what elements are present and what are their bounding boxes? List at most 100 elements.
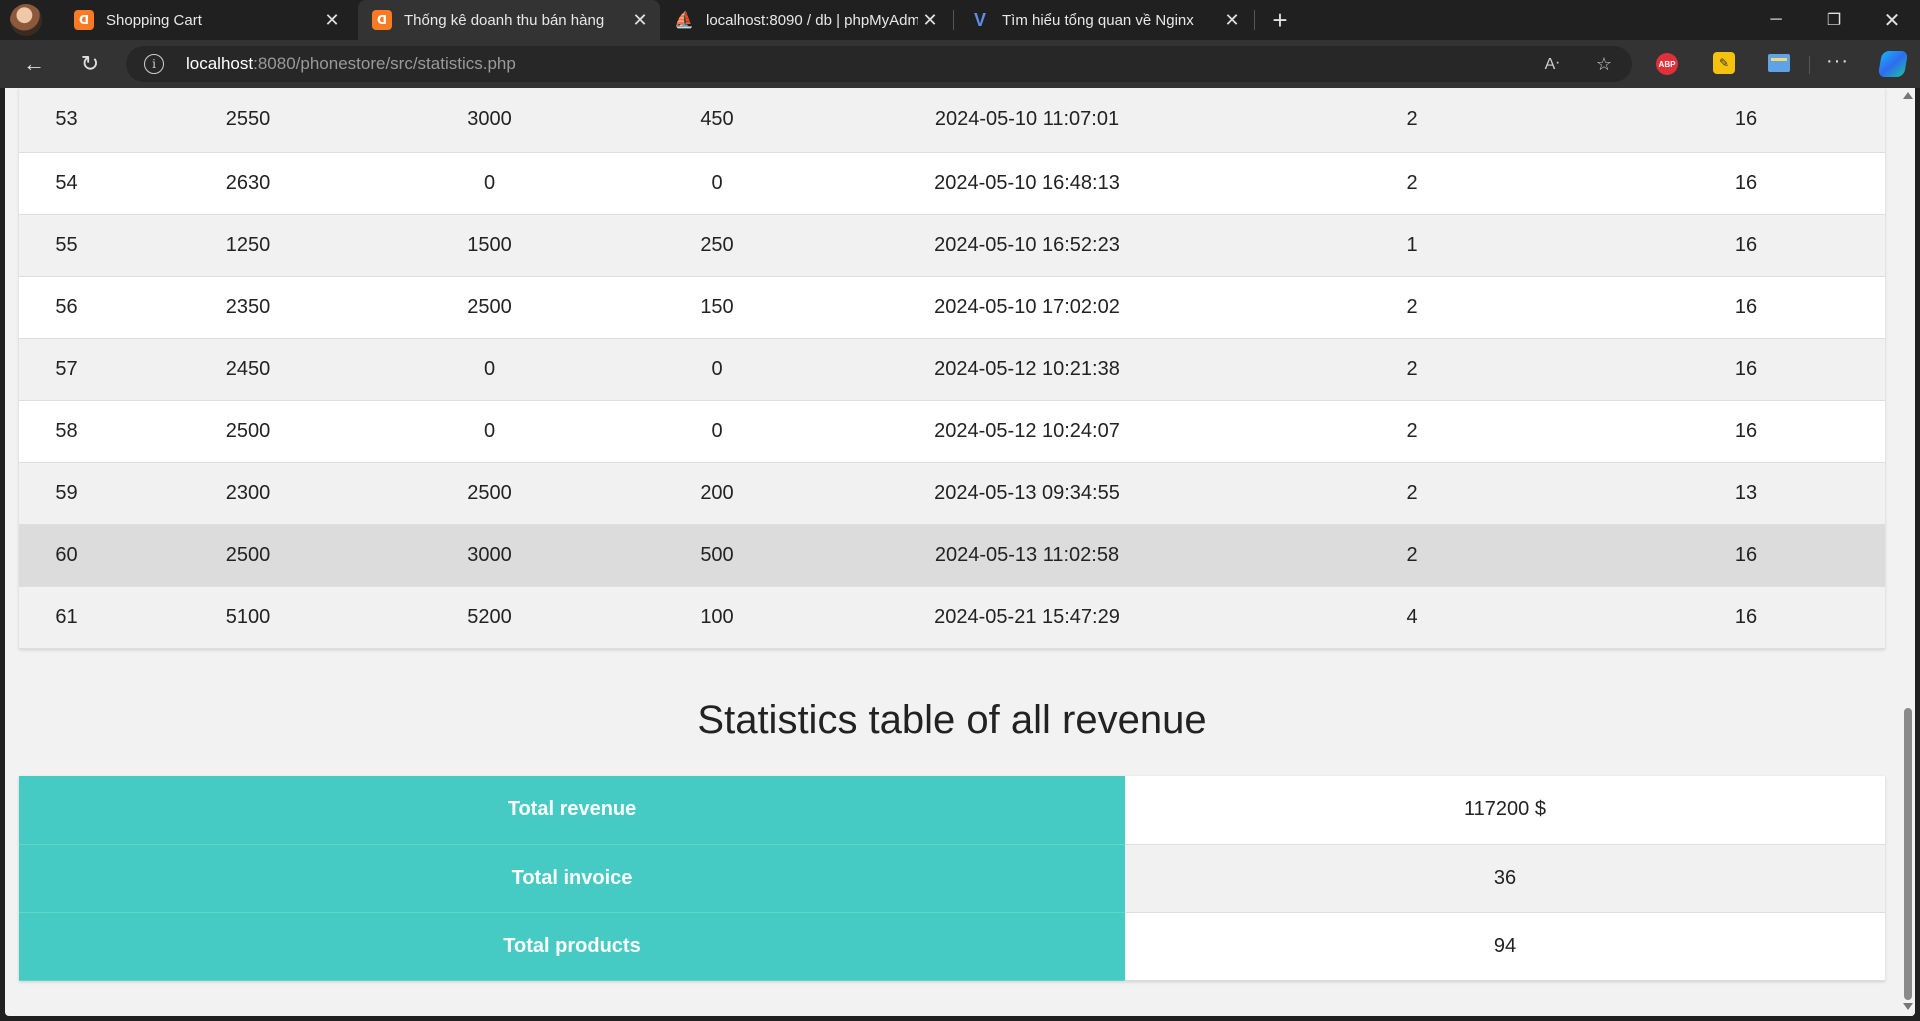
adblock-extension-icon[interactable]: ABP (1656, 53, 1678, 75)
tab-strip: ᗡ Shopping Cart ✕ ᗡ Thống kê doanh thu b… (0, 0, 1920, 40)
table-cell: 55 (19, 214, 114, 277)
table-cell: 16 (1607, 214, 1885, 277)
url-text: localhost:8080/phonestore/src/statistics… (186, 54, 516, 73)
table-cell: 2350 (114, 276, 382, 339)
tab-shopping-cart[interactable]: ᗡ Shopping Cart ✕ (60, 0, 352, 40)
copilot-icon[interactable] (1877, 51, 1909, 77)
table-row: 55 1250 1500 250 2024-05-10 16:52:23 1 16 (19, 214, 1885, 277)
table-cell: 450 (597, 88, 837, 153)
table-cell: 16 (1607, 276, 1885, 339)
table-cell: 3000 (382, 88, 597, 153)
table-cell: 2450 (114, 338, 382, 401)
table-cell: 53 (19, 88, 114, 153)
table-cell: 1250 (114, 214, 382, 277)
table-row: 53 2550 3000 450 2024-05-10 11:07:01 2 16 (19, 88, 1885, 153)
table-cell: 5200 (382, 586, 597, 649)
table-cell: 2024-05-10 16:52:23 (837, 214, 1217, 277)
reload-button[interactable]: ↻ (74, 48, 106, 80)
summary-value: 36 (1125, 844, 1885, 913)
table-cell: 2500 (382, 462, 597, 525)
table-row: 56 2350 2500 150 2024-05-10 17:02:02 2 16 (19, 276, 1885, 339)
table-cell: 0 (382, 152, 597, 215)
more-menu-icon[interactable]: ··· (1826, 50, 1849, 73)
restore-button[interactable]: ❐ (1806, 0, 1862, 40)
table-cell: 57 (19, 338, 114, 401)
close-icon[interactable]: ✕ (918, 8, 942, 32)
page-content: 53 2550 3000 450 2024-05-10 11:07:01 2 16 54 263… (19, 88, 1885, 981)
table-cell: 2024-05-13 11:02:58 (837, 524, 1217, 587)
new-tab-button[interactable]: + (1266, 5, 1294, 35)
scrollbar-thumb[interactable] (1904, 708, 1912, 1000)
phpmyadmin-icon: ⛵ (674, 12, 694, 29)
extension-icon[interactable]: ✎ (1713, 52, 1735, 74)
vertical-scrollbar[interactable] (1900, 88, 1915, 1016)
table-cell: 0 (597, 400, 837, 463)
table-cell: 2024-05-10 17:02:02 (837, 276, 1217, 339)
table-cell: 150 (597, 276, 837, 339)
close-icon[interactable]: ✕ (320, 8, 344, 32)
table-cell: 2024-05-12 10:24:07 (837, 400, 1217, 463)
table-cell: 16 (1607, 524, 1885, 587)
read-aloud-icon[interactable]: Aᐧ (1540, 52, 1564, 76)
tab-nginx[interactable]: V Tìm hiểu tổng quan về Nginx ✕ (956, 0, 1252, 40)
table-cell: 56 (19, 276, 114, 339)
address-bar[interactable]: i localhost:8080/phonestore/src/statisti… (126, 46, 1632, 82)
summary-label: Total products (19, 912, 1125, 981)
scroll-down-arrow-icon[interactable] (1903, 1003, 1913, 1010)
table-cell: 0 (382, 338, 597, 401)
table-cell: 54 (19, 152, 114, 215)
table-row: 61 5100 5200 100 2024-05-21 15:47:29 4 16 (19, 586, 1885, 649)
table-cell: 2024-05-13 09:34:55 (837, 462, 1217, 525)
table-cell: 1 (1217, 214, 1607, 277)
profile-avatar[interactable] (10, 4, 42, 36)
summary-table: Total revenue 117200 $ Total invoice 36 … (19, 776, 1885, 981)
close-icon[interactable]: ✕ (628, 8, 652, 32)
browser-toolbar: ← ↻ i localhost:8080/phonestore/src/stat… (0, 40, 1920, 88)
summary-row: Total invoice 36 (19, 844, 1885, 913)
table-cell: 2500 (382, 276, 597, 339)
close-icon[interactable]: ✕ (1220, 8, 1244, 32)
minimize-button[interactable]: ─ (1748, 0, 1804, 40)
tab-statistics[interactable]: ᗡ Thống kê doanh thu bán hàng ✕ (358, 0, 660, 40)
table-cell: 200 (597, 462, 837, 525)
close-window-button[interactable]: ✕ (1864, 0, 1920, 40)
table-cell: 2 (1217, 462, 1607, 525)
table-cell: 5100 (114, 586, 382, 649)
table-cell: 2 (1217, 400, 1607, 463)
extension-icon[interactable] (1768, 54, 1790, 72)
table-cell: 2500 (114, 524, 382, 587)
table-cell: 16 (1607, 586, 1885, 649)
summary-label: Total revenue (19, 776, 1125, 845)
table-cell: 2630 (114, 152, 382, 215)
table-row: 59 2300 2500 200 2024-05-13 09:34:55 2 13 (19, 462, 1885, 525)
scroll-up-arrow-icon[interactable] (1903, 92, 1913, 99)
toolbar-separator (1809, 56, 1810, 74)
site-info-icon[interactable]: i (144, 54, 164, 74)
favorite-star-icon[interactable]: ☆ (1592, 52, 1616, 76)
table-cell: 58 (19, 400, 114, 463)
summary-title: Statistics table of all revenue (697, 698, 1207, 742)
summary-label: Total invoice (19, 844, 1125, 913)
table-cell: 59 (19, 462, 114, 525)
xampp-icon: ᗡ (74, 10, 94, 30)
table-cell: 500 (597, 524, 837, 587)
tab-separator (1254, 10, 1255, 30)
table-cell: 2550 (114, 88, 382, 153)
v-icon: V (973, 9, 986, 30)
table-row: 60 2500 3000 500 2024-05-13 11:02:58 2 16 (19, 524, 1885, 587)
summary-value: 117200 $ (1125, 776, 1885, 845)
tab-phpmyadmin[interactable]: ⛵ localhost:8090 / db | phpMyAdmin ✕ (660, 0, 950, 40)
table-cell: 16 (1607, 88, 1885, 153)
table-cell: 1500 (382, 214, 597, 277)
table-cell: 2300 (114, 462, 382, 525)
table-cell: 2024-05-21 15:47:29 (837, 586, 1217, 649)
xampp-icon: ᗡ (372, 10, 392, 30)
table-cell: 60 (19, 524, 114, 587)
table-cell: 2 (1217, 152, 1607, 215)
table-cell: 2500 (114, 400, 382, 463)
back-button[interactable]: ← (18, 48, 50, 80)
orders-table: 53 2550 3000 450 2024-05-10 11:07:01 2 16 54 263… (19, 88, 1885, 649)
table-cell: 250 (597, 214, 837, 277)
table-row: 57 2450 0 0 2024-05-12 10:21:38 2 16 (19, 338, 1885, 401)
table-cell: 2024-05-10 16:48:13 (837, 152, 1217, 215)
